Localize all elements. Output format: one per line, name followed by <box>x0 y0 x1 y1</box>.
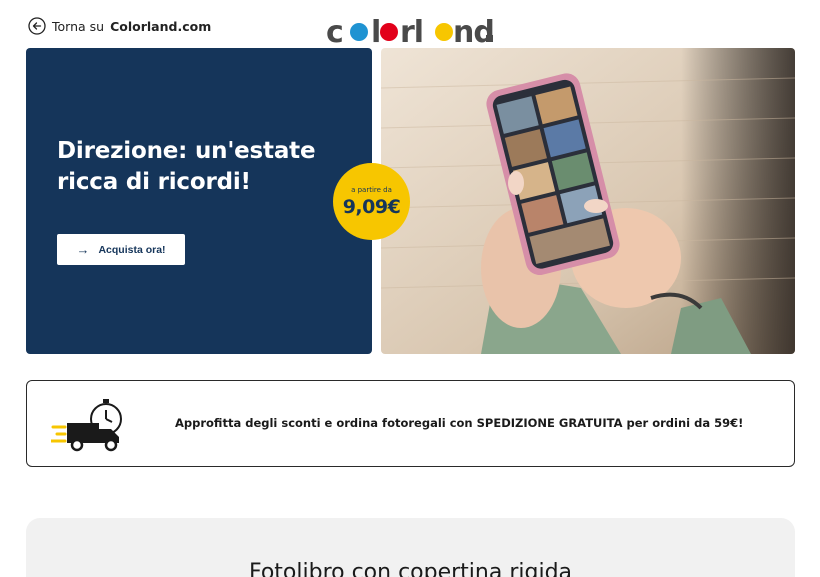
product-title: Fotolibro con copertina rigida <box>248 560 573 577</box>
price-prefix: a partire da <box>351 185 392 194</box>
free-shipping-banner: Approfitta degli sconti e ordina fotoreg… <box>26 380 795 467</box>
arrow-right-icon: → <box>76 242 90 257</box>
back-link-label: Torna su <box>52 18 105 34</box>
hero-banner: Direzione: un'estate ricca di ricordi! →… <box>26 48 372 354</box>
phone-in-hands-image <box>381 48 795 354</box>
svg-text:c: c <box>326 15 343 46</box>
buy-now-button[interactable]: → Acquista ora! <box>57 234 185 265</box>
colorland-logo-mark: c l rl nd <box>326 15 494 46</box>
hero-photo <box>381 48 795 354</box>
hero-title: Direzione: un'estate ricca di ricordi! <box>57 138 316 195</box>
colorland-logo[interactable]: c l rl nd <box>326 14 494 46</box>
product-card[interactable]: Fotolibro con copertina rigida <box>26 518 795 577</box>
svg-text:rl: rl <box>400 15 423 46</box>
back-to-colorland-link[interactable]: Torna su Colorland.com <box>28 17 211 35</box>
delivery-truck-icon <box>51 399 122 452</box>
back-link-brand: Colorland.com <box>110 18 212 34</box>
arrow-left-circle-icon <box>28 17 46 35</box>
price-badge: a partire da 9,09€ <box>333 163 410 240</box>
buy-now-label: Acquista ora! <box>98 243 166 256</box>
top-bar: Torna su Colorland.com c l rl nd <box>0 0 820 48</box>
price-value: 9,09€ <box>342 195 401 218</box>
svg-text:l: l <box>371 15 380 46</box>
promo-message: Approfitta degli sconti e ordina fotoreg… <box>175 416 744 430</box>
